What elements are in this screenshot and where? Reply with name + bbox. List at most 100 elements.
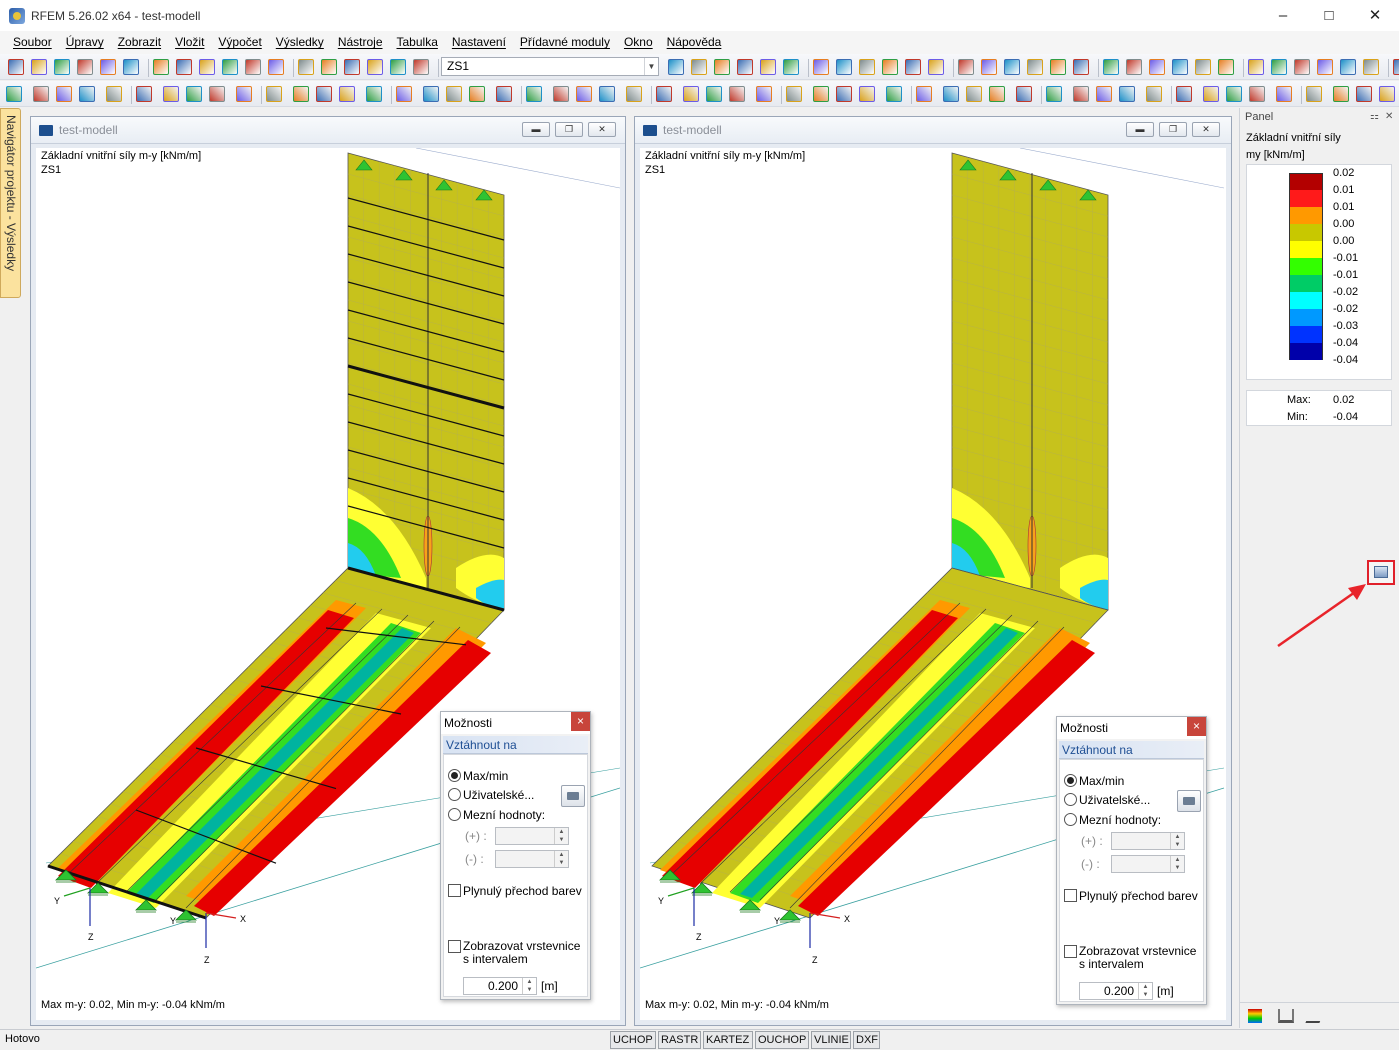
edit-icon[interactable] — [1149, 59, 1165, 75]
solid-icon[interactable] — [656, 86, 672, 102]
contour-lines-checkbox[interactable] — [1064, 945, 1077, 958]
view-minimize-button[interactable]: ▬ — [1126, 122, 1154, 137]
paste-icon[interactable] — [298, 59, 314, 75]
view-icon[interactable] — [966, 86, 982, 102]
line-icon[interactable] — [553, 86, 569, 102]
panel-close-icon[interactable]: ✕ — [1385, 108, 1393, 126]
menu-soubor[interactable]: Soubor — [6, 31, 59, 54]
surface-icon[interactable] — [106, 86, 122, 102]
view-restore-button[interactable]: ❐ — [555, 122, 583, 137]
search-icon[interactable] — [1195, 59, 1211, 75]
solid-icon[interactable] — [1176, 86, 1192, 102]
paste-icon[interactable] — [882, 59, 898, 75]
table-icon[interactable] — [321, 59, 337, 75]
line-icon[interactable] — [1073, 86, 1089, 102]
section-icon[interactable] — [1203, 86, 1219, 102]
print-report-icon[interactable] — [737, 59, 753, 75]
menu-pridavne-moduly[interactable]: Přídavné moduly — [513, 31, 617, 54]
maximize-button[interactable]: □ — [1306, 0, 1352, 31]
status-btn-ouchop[interactable]: OUCHOP — [755, 1031, 809, 1049]
navigator-tab[interactable]: Navigátor projektu - Výsledky — [0, 108, 21, 298]
results-icon[interactable] — [496, 86, 512, 102]
minimize-button[interactable]: – — [1260, 0, 1306, 31]
maxmin-radio[interactable] — [1064, 774, 1077, 787]
render-icon[interactable] — [989, 86, 1005, 102]
edit-range-button[interactable] — [561, 785, 585, 807]
view-close-button[interactable]: ✕ — [588, 122, 616, 137]
redo-icon[interactable] — [1126, 59, 1142, 75]
print-icon[interactable] — [691, 59, 707, 75]
surface-icon[interactable] — [1146, 86, 1162, 102]
table-icon[interactable] — [905, 59, 921, 75]
member-icon[interactable] — [316, 86, 332, 102]
node-icon[interactable] — [786, 86, 802, 102]
node-icon[interactable] — [266, 86, 282, 102]
smooth-colors-checkbox[interactable] — [448, 884, 461, 897]
menu-vypocet[interactable]: Výpočet — [211, 31, 268, 54]
open-file-icon[interactable] — [958, 59, 974, 75]
member-icon[interactable] — [576, 86, 592, 102]
view-icon[interactable] — [706, 86, 722, 102]
menu-vysledky[interactable]: Výsledky — [269, 31, 331, 54]
line-icon[interactable] — [1333, 86, 1349, 102]
menu-okno[interactable]: Okno — [617, 31, 660, 54]
status-btn-vlinie[interactable]: VLINIE — [811, 1031, 851, 1049]
open-folder-icon[interactable] — [981, 59, 997, 75]
open-file-icon[interactable] — [1317, 59, 1333, 75]
solid-icon[interactable] — [916, 86, 932, 102]
user-defined-radio[interactable] — [448, 788, 461, 801]
model-icon[interactable] — [77, 59, 93, 75]
status-btn-uchop[interactable]: UCHOP — [610, 1031, 656, 1049]
section-icon[interactable] — [163, 86, 179, 102]
view-restore-button[interactable]: ❐ — [1159, 122, 1187, 137]
support-icon[interactable] — [859, 86, 875, 102]
table-icon[interactable] — [1248, 59, 1264, 75]
minus-limit-input[interactable]: ▲ ▼ — [1111, 855, 1185, 873]
view-icon[interactable] — [446, 86, 462, 102]
results-icon[interactable] — [1276, 86, 1292, 102]
new-file-icon[interactable] — [8, 59, 24, 75]
save-icon[interactable] — [668, 59, 684, 75]
menu-nastaveni[interactable]: Nastavení — [445, 31, 513, 54]
member-icon[interactable] — [1096, 86, 1112, 102]
copy-icon[interactable] — [1218, 59, 1234, 75]
search-icon[interactable] — [836, 59, 852, 75]
grid-icon[interactable] — [1271, 59, 1287, 75]
contour-interval-input[interactable]: 0.200 ▲ ▼ — [463, 977, 537, 995]
zoom-icon[interactable] — [1172, 59, 1188, 75]
open-folder-icon[interactable] — [1340, 59, 1356, 75]
smooth-colors-checkbox[interactable] — [1064, 889, 1077, 902]
minus-limit-input[interactable]: ▲ ▼ — [495, 850, 569, 868]
pin-icon[interactable]: ⚏ — [1370, 108, 1379, 126]
undo-icon[interactable] — [760, 59, 776, 75]
options-dialog-close-button[interactable]: × — [571, 712, 590, 731]
view-minimize-button[interactable]: ▬ — [522, 122, 550, 137]
new-file-icon[interactable] — [1294, 59, 1310, 75]
support-icon[interactable] — [1379, 86, 1395, 102]
print-icon[interactable] — [1050, 59, 1066, 75]
section-icon[interactable] — [683, 86, 699, 102]
open-folder-icon[interactable] — [413, 59, 429, 75]
results-icon[interactable] — [1016, 86, 1032, 102]
edit-icon[interactable] — [222, 59, 238, 75]
limit-values-radio[interactable] — [1064, 813, 1077, 826]
maxmin-radio[interactable] — [448, 769, 461, 782]
menu-upravy[interactable]: Úpravy — [59, 31, 111, 54]
results-icon[interactable] — [756, 86, 772, 102]
copy-icon[interactable] — [859, 59, 875, 75]
load-case-select[interactable]: ZS1 ▼ — [441, 57, 659, 76]
search-icon[interactable] — [268, 59, 284, 75]
save-icon[interactable] — [100, 59, 116, 75]
status-btn-kartez[interactable]: KARTEZ — [703, 1031, 753, 1049]
section-icon[interactable] — [943, 86, 959, 102]
status-btn-rastr[interactable]: RASTR — [658, 1031, 701, 1049]
grid-icon[interactable] — [928, 59, 944, 75]
status-btn-dxf[interactable]: DXF — [853, 1031, 880, 1049]
grid-icon[interactable] — [344, 59, 360, 75]
edit-range-button[interactable] — [1177, 790, 1201, 812]
print-report-icon[interactable] — [153, 59, 169, 75]
node-icon[interactable] — [1306, 86, 1322, 102]
menu-vlozit[interactable]: Vložit — [168, 31, 211, 54]
support-icon[interactable] — [1119, 86, 1135, 102]
limit-values-radio[interactable] — [448, 808, 461, 821]
